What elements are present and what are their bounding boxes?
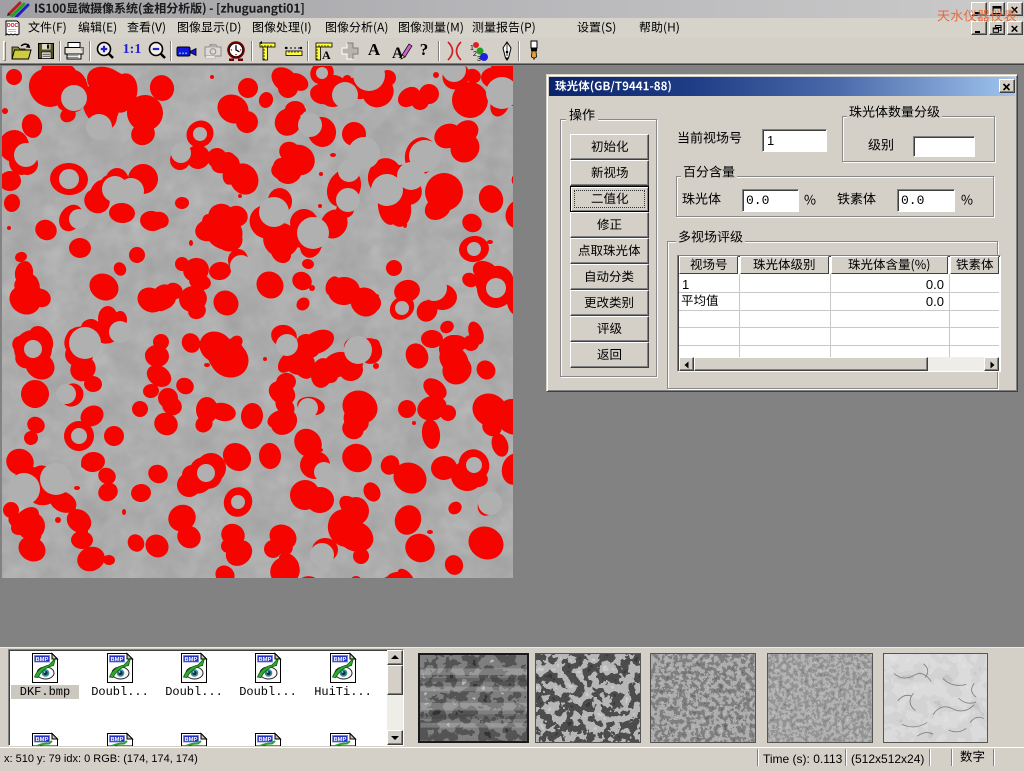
svg-text:BMP: BMP bbox=[36, 657, 49, 663]
svg-text:BMP: BMP bbox=[185, 737, 198, 743]
svg-text:DOC: DOC bbox=[7, 23, 19, 29]
svg-text:BMP: BMP bbox=[259, 657, 272, 663]
svg-text:3: 3 bbox=[477, 56, 481, 63]
svg-text:BMP: BMP bbox=[185, 657, 198, 663]
svg-text:BMP: BMP bbox=[334, 657, 347, 663]
svg-text:A: A bbox=[322, 48, 331, 62]
svg-text:A: A bbox=[392, 45, 404, 62]
svg-text:BMP: BMP bbox=[36, 737, 49, 743]
svg-text:BMP: BMP bbox=[334, 737, 347, 743]
svg-text:BMP: BMP bbox=[111, 737, 124, 743]
svg-text:BMP: BMP bbox=[111, 657, 124, 663]
svg-text:BMP: BMP bbox=[259, 737, 272, 743]
